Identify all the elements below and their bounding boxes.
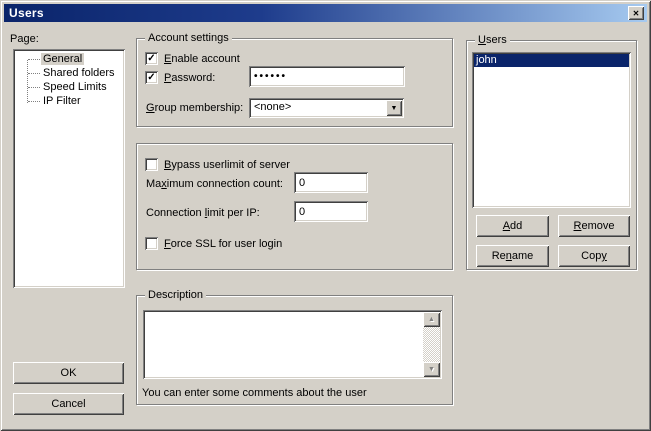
force-ssl-row: Force SSL for user login: [145, 237, 282, 250]
ok-button[interactable]: OK: [13, 362, 124, 384]
max-connection-count-input[interactable]: [294, 172, 368, 193]
force-ssl-checkbox[interactable]: [145, 237, 158, 250]
remove-user-button[interactable]: Remove: [558, 215, 630, 237]
bypass-userlimit-row: Bypass userlimit of server: [145, 158, 290, 171]
checkmark-icon: ✓: [147, 52, 155, 65]
tree-item-speed-limits[interactable]: Speed Limits: [13, 80, 125, 94]
force-ssl-label: Force SSL for user login: [164, 238, 282, 250]
tree-item-label: Speed Limits: [41, 81, 109, 93]
copy-user-button[interactable]: Copy: [558, 245, 630, 267]
description-scrollbar[interactable]: ▲ ▼: [423, 312, 440, 377]
close-icon: ✕: [633, 9, 640, 18]
tree-item-general[interactable]: General: [13, 52, 125, 66]
title-bar[interactable]: Users ✕: [4, 4, 647, 22]
password-input[interactable]: [249, 66, 405, 87]
group-membership-value: <none>: [254, 101, 291, 113]
description-textarea-frame: ▲ ▼: [143, 310, 442, 379]
password-row: ✓ Password:: [145, 71, 215, 84]
close-button[interactable]: ✕: [628, 6, 644, 20]
tree-item-label: IP Filter: [41, 95, 83, 107]
tree-item-label: General: [41, 53, 84, 65]
checkmark-icon: ✓: [147, 71, 155, 84]
cancel-button[interactable]: Cancel: [13, 393, 124, 415]
description-group: Description ▲ ▼ You can enter some comme…: [136, 295, 453, 405]
users-group-title: Users: [475, 34, 510, 47]
users-group: Users john Add Remove Rename Copy: [466, 40, 637, 270]
description-group-title: Description: [145, 289, 206, 302]
password-label: Password:: [164, 72, 215, 84]
enable-account-checkbox[interactable]: ✓: [145, 52, 158, 65]
window-title: Users: [9, 6, 44, 20]
description-hint: You can enter some comments about the us…: [142, 387, 367, 399]
tree-branch-icon: [28, 87, 40, 88]
description-textarea[interactable]: [145, 312, 423, 377]
tree-item-shared-folders[interactable]: Shared folders: [13, 66, 125, 80]
group-membership-select[interactable]: <none> ▼: [249, 98, 404, 118]
users-dialog: Users ✕ Page: General Shared folders Spe…: [0, 0, 651, 431]
account-settings-group: Account settings ✓ Enable account ✓ Pass…: [136, 38, 453, 127]
enable-account-label: Enable account: [164, 53, 240, 65]
page-tree[interactable]: General Shared folders Speed Limits IP F…: [13, 49, 125, 288]
group-membership-label: Group membership:: [146, 102, 243, 114]
user-list-item[interactable]: john: [474, 54, 629, 67]
bypass-userlimit-checkbox[interactable]: [145, 158, 158, 171]
scroll-up-icon[interactable]: ▲: [423, 312, 440, 327]
tree-item-ip-filter[interactable]: IP Filter: [13, 94, 125, 108]
user-name: john: [476, 54, 497, 66]
enable-account-row: ✓ Enable account: [145, 52, 240, 65]
tree-branch-icon: [28, 73, 40, 74]
connection-limits-group: Bypass userlimit of server Maximum conne…: [136, 143, 453, 270]
page-label: Page:: [10, 33, 39, 45]
tree-branch-icon: [28, 101, 40, 102]
max-connection-count-label: Maximum connection count:: [146, 178, 283, 190]
add-user-button[interactable]: Add: [476, 215, 549, 237]
rename-user-button[interactable]: Rename: [476, 245, 549, 267]
bypass-userlimit-label: Bypass userlimit of server: [164, 159, 290, 171]
tree-branch-icon: [28, 59, 40, 60]
connection-limit-per-ip-label: Connection limit per IP:: [146, 207, 260, 219]
chevron-down-icon[interactable]: ▼: [386, 100, 402, 116]
password-checkbox[interactable]: ✓: [145, 71, 158, 84]
users-listbox[interactable]: john: [472, 52, 631, 208]
account-settings-group-title: Account settings: [145, 32, 232, 45]
connection-limit-per-ip-input[interactable]: [294, 201, 368, 222]
tree-item-label: Shared folders: [41, 67, 117, 79]
scroll-down-icon[interactable]: ▼: [423, 362, 440, 377]
